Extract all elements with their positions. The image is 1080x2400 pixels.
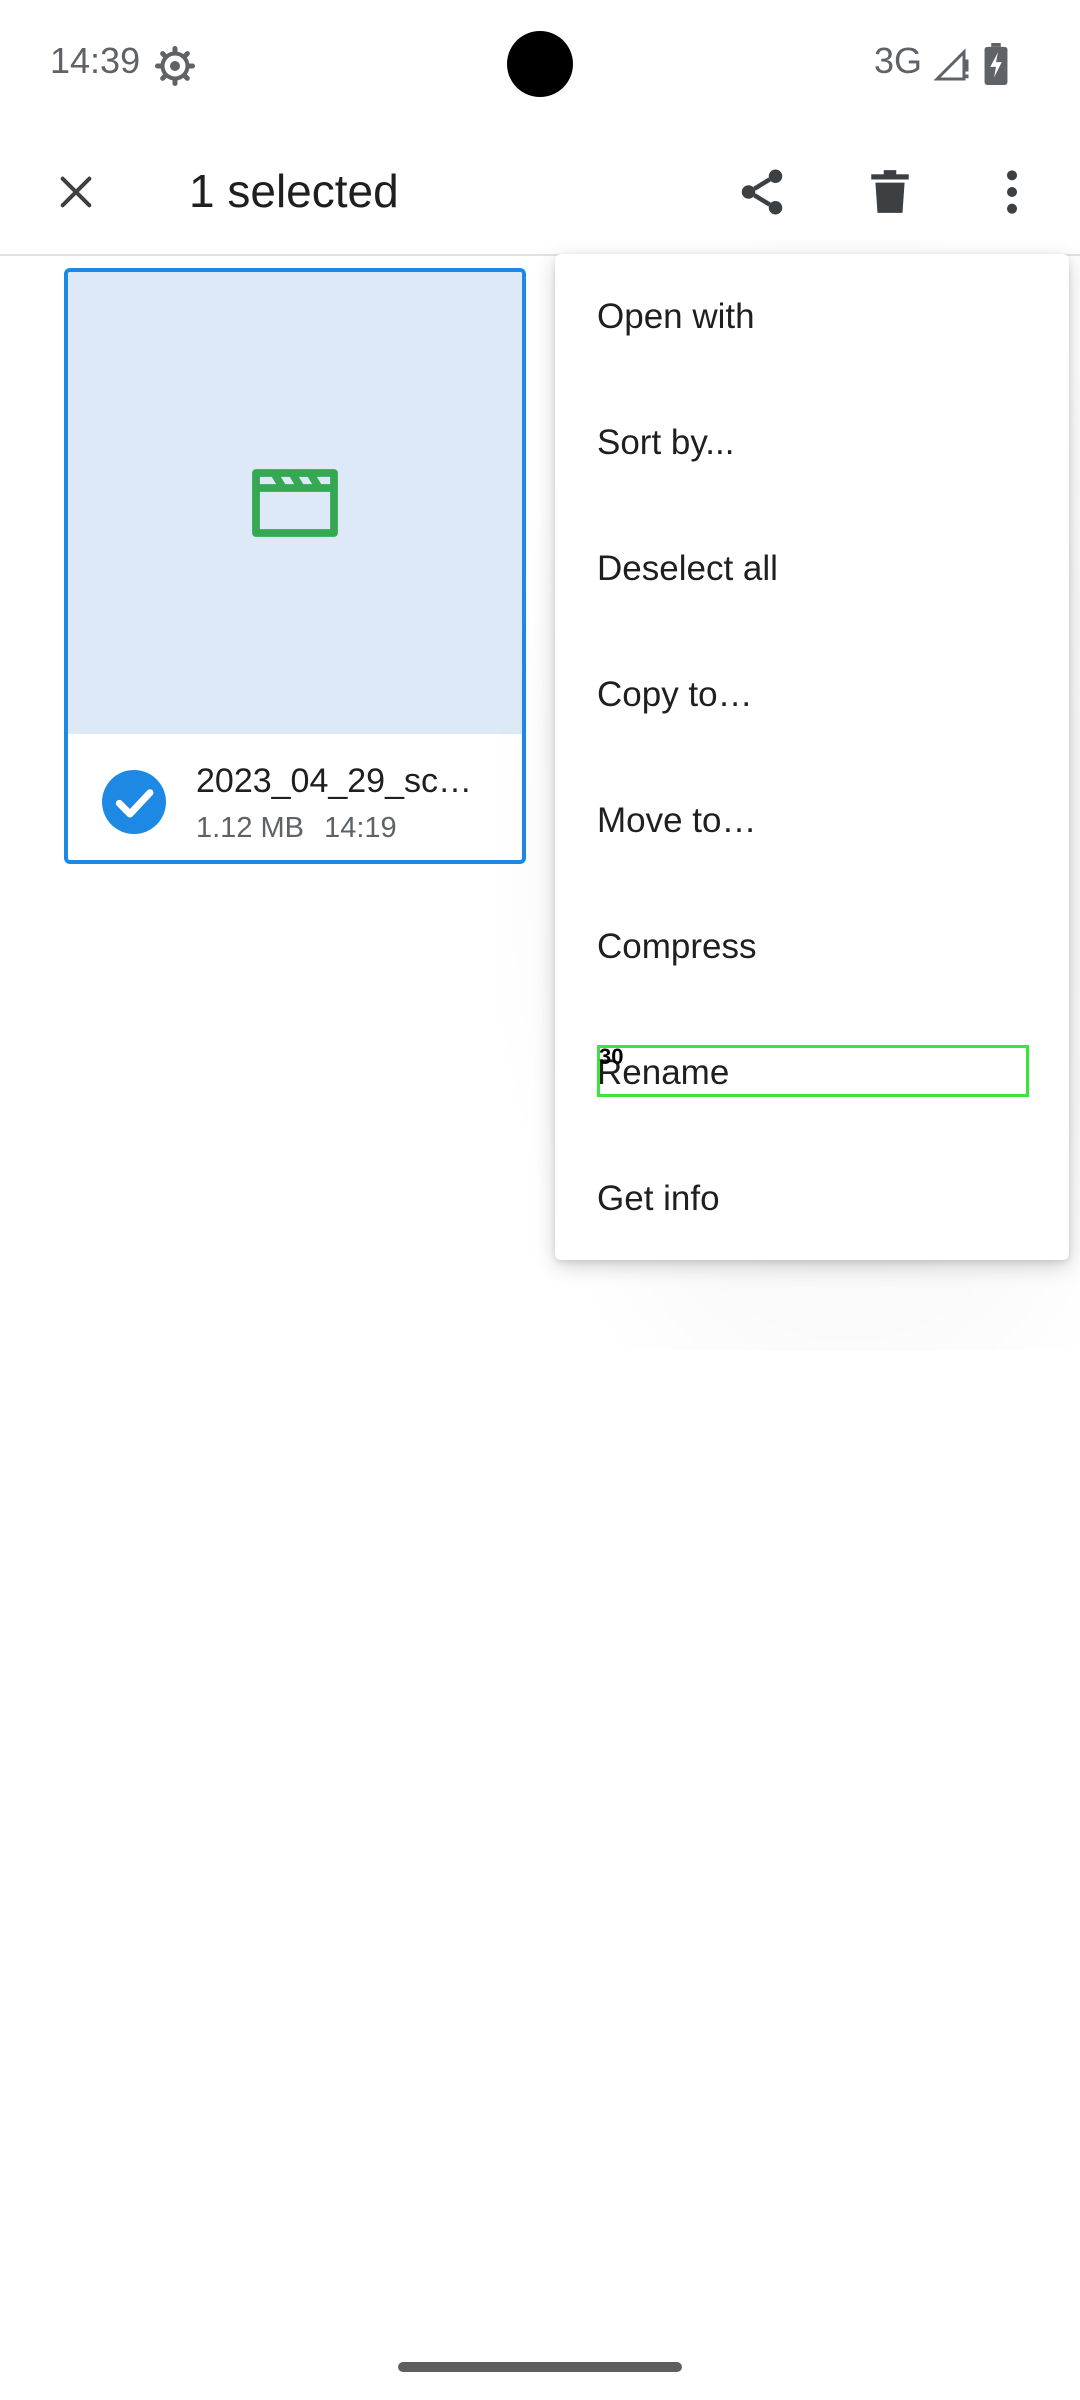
menu-item-open-with[interactable]: Open with [555, 254, 1069, 380]
menu-item-rename[interactable]: Rename [555, 1010, 1069, 1136]
menu-item-deselect-all[interactable]: Deselect all [555, 506, 1069, 632]
more-options-button[interactable] [972, 152, 1052, 232]
status-bar: 14:39 3G [0, 0, 1080, 130]
more-vert-icon [1007, 170, 1017, 214]
file-time: 14:19 [324, 812, 397, 844]
file-meta: 1.12 MB 14:19 [196, 812, 397, 845]
selection-count-title: 1 selected [189, 165, 399, 217]
menu-item-move-to[interactable]: Move to… [555, 758, 1069, 884]
menu-item-copy-to[interactable]: Copy to… [555, 632, 1069, 758]
menu-item-label: Move to… [597, 801, 757, 840]
camera-cutout [507, 31, 573, 97]
menu-item-compress[interactable]: Compress [555, 884, 1069, 1010]
settings-gear-icon [155, 46, 195, 86]
video-clapperboard-icon [252, 469, 338, 537]
menu-item-get-info[interactable]: Get info [555, 1136, 1069, 1262]
status-time: 14:39 [50, 40, 141, 81]
overflow-menu: Open with Sort by... Deselect all Copy t… [555, 254, 1069, 1260]
battery-charging-icon [984, 43, 1008, 85]
file-grid-item[interactable]: 2023_04_29_sc… 1.12 MB 14:19 [64, 268, 526, 864]
signal-icon [934, 48, 969, 81]
selected-check-icon[interactable] [102, 770, 166, 834]
menu-item-label: Sort by... [597, 423, 735, 462]
file-thumbnail [68, 272, 522, 734]
file-size: 1.12 MB [196, 812, 304, 844]
menu-item-label: Copy to… [597, 675, 753, 714]
delete-button[interactable] [850, 152, 930, 232]
menu-item-label: Open with [597, 297, 755, 336]
close-selection-button[interactable] [36, 152, 116, 232]
highlight-badge: 30 [599, 1044, 624, 1069]
share-icon [741, 169, 783, 215]
share-button[interactable] [722, 152, 802, 232]
delete-icon [871, 170, 909, 213]
gesture-nav-handle[interactable] [398, 2362, 682, 2372]
selection-action-bar: 1 selected [0, 130, 1080, 256]
network-type: 3G [874, 40, 923, 81]
menu-item-label: Deselect all [597, 549, 778, 588]
file-name: 2023_04_29_sc… [196, 762, 473, 800]
close-icon [60, 176, 92, 208]
menu-item-sort-by[interactable]: Sort by... [555, 380, 1069, 506]
menu-item-label: Get info [597, 1179, 720, 1218]
menu-item-label: Compress [597, 927, 757, 966]
